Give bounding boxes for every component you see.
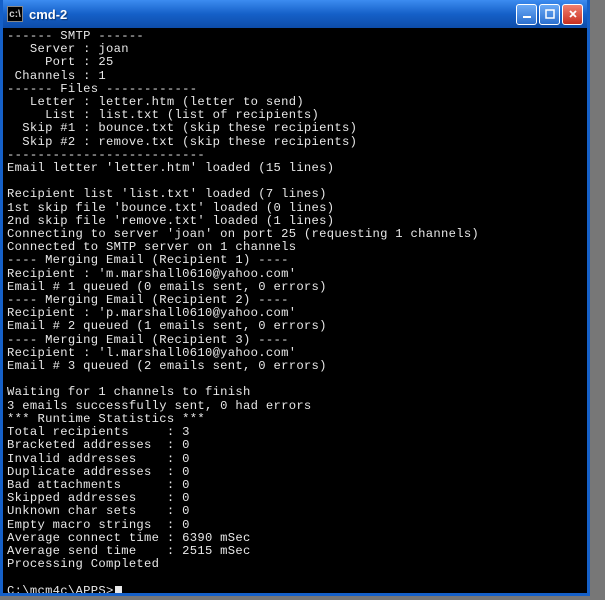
terminal-line: Email letter 'letter.htm' loaded (15 lin… [7, 162, 583, 175]
terminal-line: Skip #2 : remove.txt (skip these recipie… [7, 136, 583, 149]
titlebar[interactable]: c:\ cmd-2 [3, 0, 587, 28]
terminal-line: Invalid addresses : 0 [7, 453, 583, 466]
terminal-line: Skip #1 : bounce.txt (skip these recipie… [7, 122, 583, 135]
terminal-line: Processing Completed [7, 558, 583, 571]
minimize-button[interactable] [516, 4, 537, 25]
terminal-line: Recipient : 'm.marshall0610@yahoo.com' [7, 268, 583, 281]
terminal-line: Duplicate addresses : 0 [7, 466, 583, 479]
cursor [115, 586, 122, 593]
terminal-line: Port : 25 [7, 56, 583, 69]
cmd-icon-glyph: c:\ [9, 9, 21, 20]
terminal-line: Average connect time : 6390 mSec [7, 532, 583, 545]
terminal-line: Unknown char sets : 0 [7, 505, 583, 518]
cmd-icon: c:\ [7, 6, 23, 22]
prompt-text: C:\mcm4c\APPS> [7, 584, 114, 593]
minimize-icon [522, 9, 532, 19]
terminal-line: ---- Merging Email (Recipient 3) ---- [7, 334, 583, 347]
window-controls [516, 4, 583, 25]
terminal-line: Empty macro strings : 0 [7, 519, 583, 532]
terminal-line: Email # 2 queued (1 emails sent, 0 error… [7, 320, 583, 333]
terminal-line: Channels : 1 [7, 70, 583, 83]
maximize-icon [545, 9, 555, 19]
terminal-output[interactable]: ------ SMTP ------ Server : joan Port : … [3, 28, 587, 593]
prompt-line[interactable]: C:\mcm4c\APPS> [7, 585, 583, 593]
terminal-line: Email # 3 queued (2 emails sent, 0 error… [7, 360, 583, 373]
cmd-window: c:\ cmd-2 ------ SMTP ------ Server : jo… [0, 0, 590, 596]
terminal-line: 1st skip file 'bounce.txt' loaded (0 lin… [7, 202, 583, 215]
maximize-button[interactable] [539, 4, 560, 25]
window-title: cmd-2 [29, 7, 516, 22]
terminal-line: 3 emails successfully sent, 0 had errors [7, 400, 583, 413]
terminal-line: Waiting for 1 channels to finish [7, 386, 583, 399]
close-icon [568, 9, 578, 19]
terminal-line: Bracketed addresses : 0 [7, 439, 583, 452]
close-button[interactable] [562, 4, 583, 25]
terminal-line: ---- Merging Email (Recipient 1) ---- [7, 254, 583, 267]
terminal-line: Recipient list 'list.txt' loaded (7 line… [7, 188, 583, 201]
